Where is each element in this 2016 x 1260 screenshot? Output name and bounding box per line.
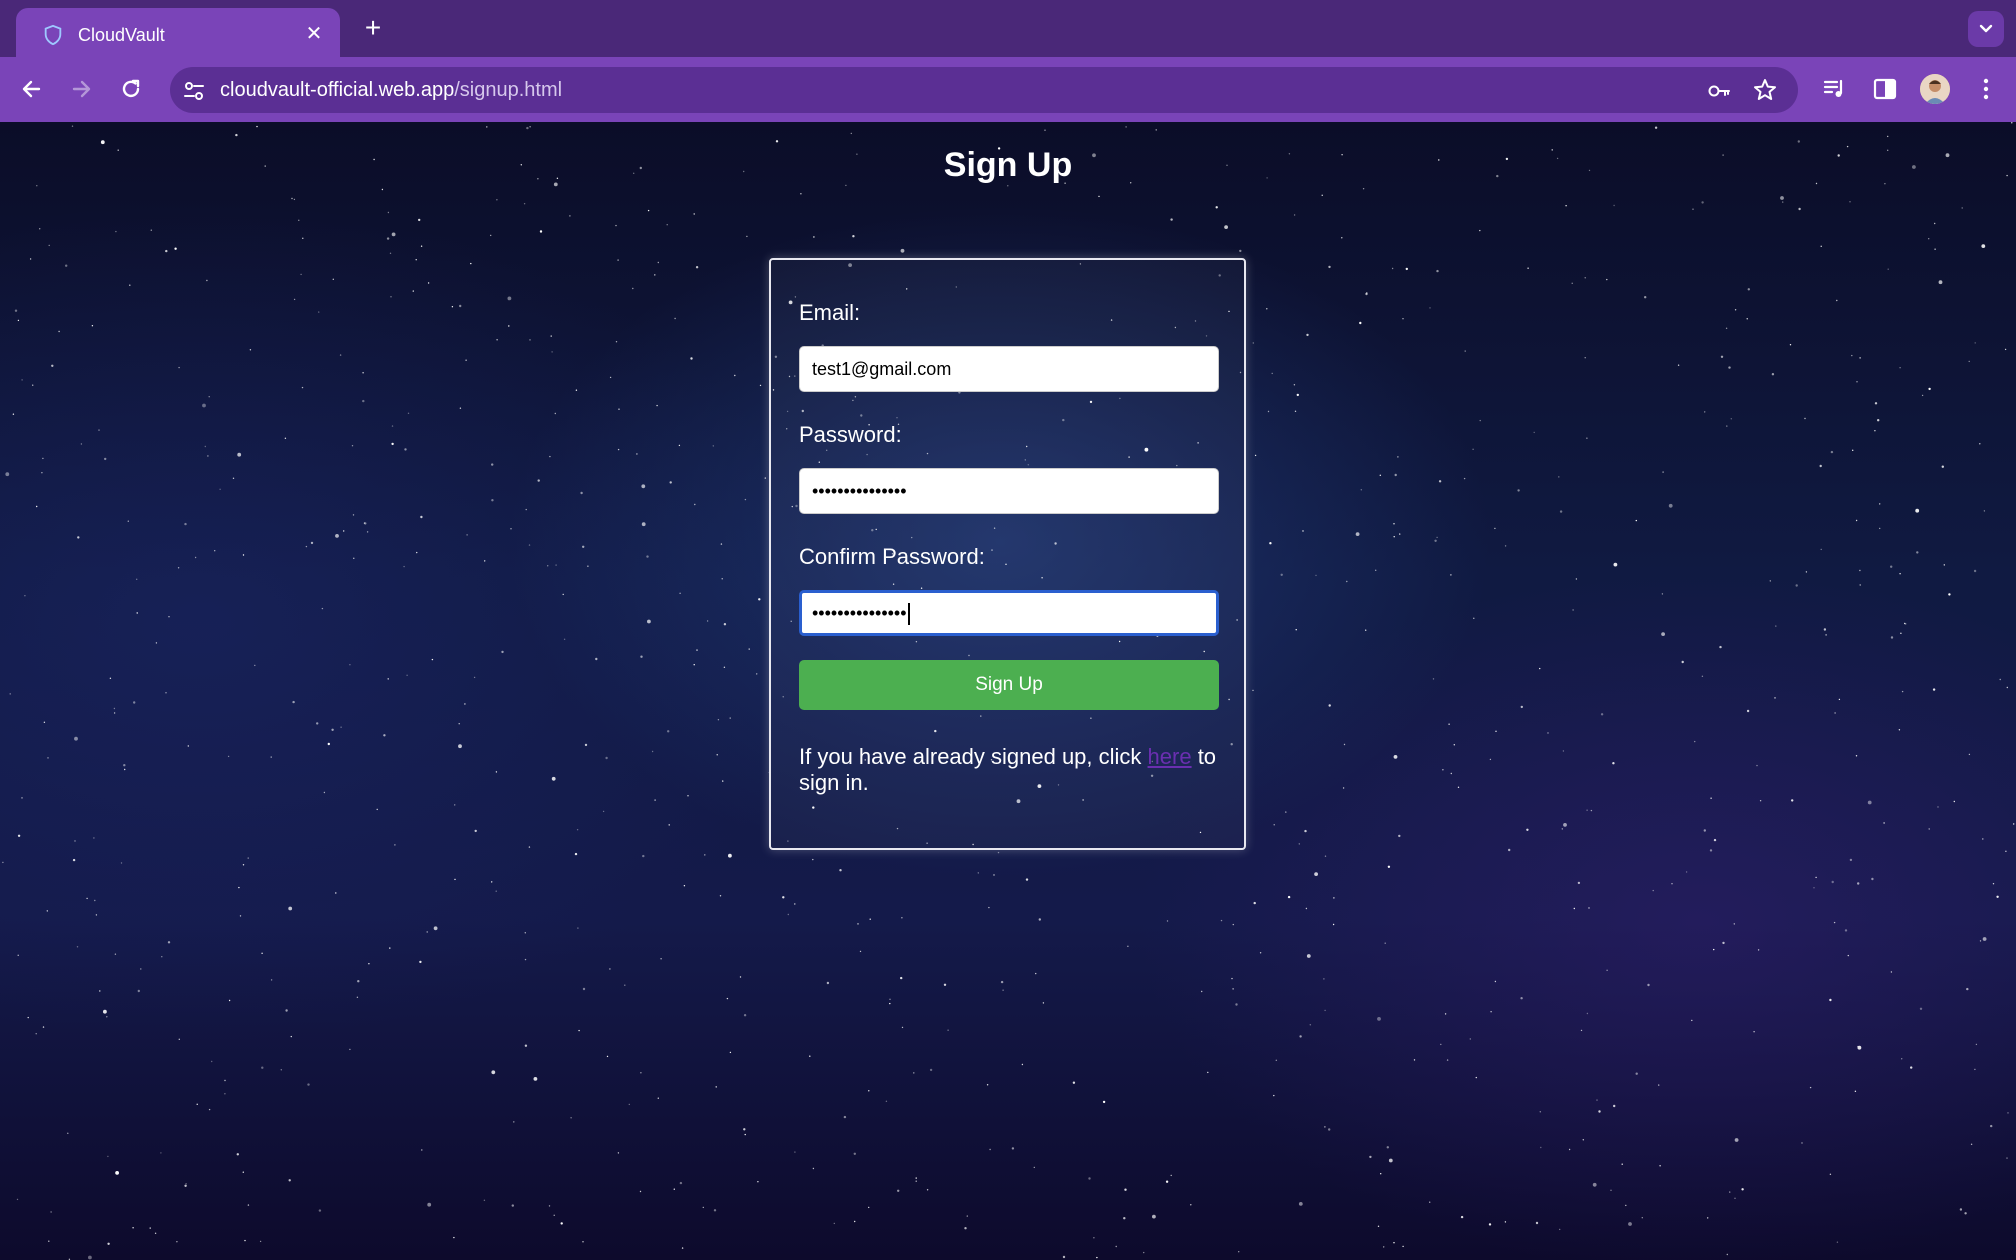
new-tab-icon[interactable]: + xyxy=(358,14,388,44)
url-text: cloudvault-official.web.app/signup.html xyxy=(220,79,562,102)
sign-in-note: If you have already signed up, click her… xyxy=(799,744,1219,796)
sign-in-link[interactable]: here xyxy=(1148,744,1192,769)
side-panel-icon[interactable] xyxy=(1869,73,1901,105)
chevron-down-icon xyxy=(1979,24,1993,33)
confirm-password-value: ••••••••••••••• xyxy=(812,603,907,623)
profile-avatar[interactable] xyxy=(1920,74,1950,104)
page-background: Sign Up Email: test1@gmail.com Password:… xyxy=(0,122,2016,1260)
site-settings-icon[interactable] xyxy=(182,79,206,103)
page-title: Sign Up xyxy=(943,146,1073,184)
url-host: cloudvault-official.web.app xyxy=(220,79,455,101)
browser-tab[interactable]: CloudVault ✕ xyxy=(16,8,340,57)
password-field[interactable]: ••••••••••••••• xyxy=(799,468,1219,514)
key-icon[interactable] xyxy=(1706,78,1732,104)
tab-strip: CloudVault ✕ + xyxy=(0,0,2016,57)
star-icon[interactable] xyxy=(1752,77,1778,103)
email-field[interactable]: test1@gmail.com xyxy=(799,346,1219,392)
shield-icon xyxy=(44,24,62,46)
confirm-password-field[interactable]: ••••••••••••••• xyxy=(799,590,1219,636)
tab-search-button[interactable] xyxy=(1968,11,2004,47)
confirm-password-label: Confirm Password: xyxy=(799,544,985,569)
forward-icon[interactable] xyxy=(64,72,98,106)
password-label: Password: xyxy=(799,422,902,447)
back-icon[interactable] xyxy=(15,72,49,106)
reload-icon[interactable] xyxy=(114,72,148,106)
email-label: Email: xyxy=(799,300,861,325)
more-menu-icon[interactable] xyxy=(1970,73,2002,105)
close-tab-icon[interactable]: ✕ xyxy=(302,22,326,46)
media-controls-icon[interactable] xyxy=(1819,73,1851,105)
tab-title: CloudVault xyxy=(78,25,165,45)
browser-toolbar: cloudvault-official.web.app/signup.html xyxy=(0,57,2016,122)
sign-up-button[interactable]: Sign Up xyxy=(799,660,1219,710)
sign-in-note-prefix: If you have already signed up, click xyxy=(799,744,1148,769)
text-caret xyxy=(907,603,910,626)
url-path: /signup.html xyxy=(454,79,563,101)
avatar-icon xyxy=(1920,74,1950,104)
address-bar[interactable]: cloudvault-official.web.app/signup.html xyxy=(170,67,1798,113)
signup-form: Email: test1@gmail.com Password: •••••••… xyxy=(769,258,1246,850)
